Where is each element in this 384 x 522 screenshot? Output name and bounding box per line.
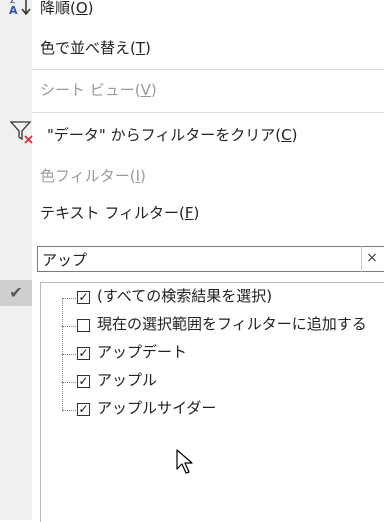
clear-search-icon[interactable]: × (361, 246, 382, 272)
menu-item-label: "データ" からフィルターをクリア( (47, 126, 282, 144)
menu-icon-gutter (0, 0, 32, 520)
tree-connector (62, 326, 76, 327)
tree-connector (62, 298, 76, 299)
menu-item-label: 色で並べ替え( (40, 39, 136, 57)
menu-item-suffix: ) (291, 126, 298, 144)
filter-search-box: × (37, 246, 384, 272)
menu-item-suffix: ) (193, 204, 200, 222)
menu-item-color-filter: 色フィルター(I) (40, 166, 146, 186)
menu-item-clear-filter[interactable]: "データ" からフィルターをクリア(C) (47, 125, 297, 145)
menu-item-accesskey: V (140, 81, 151, 99)
list-item[interactable]: 現在の選択範囲をフィルターに追加する (97, 314, 367, 334)
svg-text:A: A (9, 4, 18, 17)
menu-item-suffix: ) (150, 81, 157, 99)
menu-item-label: 降順( (40, 0, 76, 17)
checkbox[interactable] (77, 319, 90, 332)
menu-item-label: 色フィルター( (40, 167, 136, 185)
checkbox[interactable]: ✓ (77, 375, 90, 388)
menu-item-accesskey: C (281, 126, 292, 144)
menu-item-sort-descending[interactable]: 降順(O) (40, 0, 94, 18)
menu-item-suffix: ) (145, 39, 151, 57)
menu-item-accesskey: F (184, 204, 194, 222)
menu-separator (32, 69, 384, 70)
list-item[interactable]: アップルサイダー (97, 398, 216, 418)
list-item[interactable]: アップル (97, 370, 157, 390)
menu-item-label: シート ビュー( (40, 81, 141, 99)
tree-connector (62, 382, 76, 383)
clear-filter-icon (9, 120, 36, 150)
check-icon: ✔ (0, 280, 32, 306)
sort-descending-icon: Z A (8, 0, 34, 22)
menu-item-sort-by-color[interactable]: 色で並べ替え(T) (40, 38, 151, 58)
mouse-cursor-icon (176, 449, 196, 479)
checkbox[interactable]: ✓ (77, 291, 90, 304)
menu-item-label: テキスト フィルター( (40, 204, 185, 222)
checkbox[interactable]: ✓ (77, 347, 90, 360)
menu-item-sheet-view: シート ビュー(V) (40, 80, 157, 100)
checkbox[interactable]: ✓ (77, 403, 90, 416)
filter-search-input[interactable] (42, 249, 362, 269)
menu-item-suffix: ) (87, 0, 94, 17)
tree-connector (62, 410, 76, 411)
menu-item-text-filter[interactable]: テキスト フィルター(F) (40, 203, 199, 223)
list-item[interactable]: アップデート (97, 342, 187, 362)
menu-item-accesskey: O (75, 0, 88, 17)
list-item[interactable]: (すべての検索結果を選択) (97, 286, 272, 306)
menu-separator (32, 112, 384, 113)
menu-item-suffix: ) (140, 167, 146, 185)
menu-item-accesskey: T (135, 39, 146, 57)
tree-connector (62, 354, 76, 355)
